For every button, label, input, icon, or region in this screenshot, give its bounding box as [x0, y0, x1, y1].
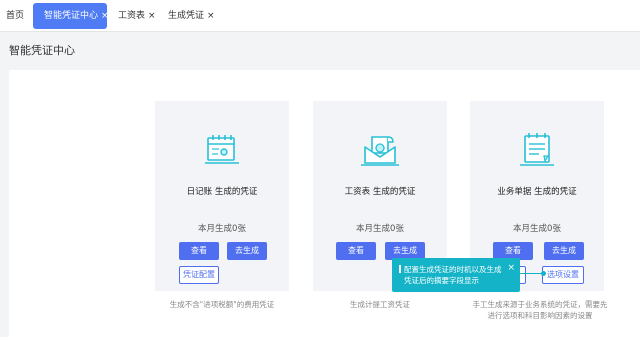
description-line: 手工生成来源于业务系统的凭证，需要先 [472, 300, 608, 309]
tooltip-text: 凭证后的摘要字段显示 [404, 276, 479, 285]
voucher-config-button[interactable]: 凭证配置 [179, 266, 219, 284]
close-icon[interactable]: × [148, 11, 156, 21]
generate-button[interactable]: 去生成 [544, 242, 584, 260]
tooltip-anchor-dot [541, 271, 546, 276]
card-description: 生成不含"进项税额"的费用凭证 [169, 300, 275, 309]
card-title: 日记账 生成的凭证 [186, 187, 258, 197]
view-button[interactable]: 查看 [336, 242, 376, 260]
tooltip-text: 配置生成凭证的时机以及生成 [404, 265, 502, 274]
tab-smart-voucher-center[interactable]: 智能凭证中心 × [33, 3, 109, 29]
page-title: 智能凭证中心 [9, 44, 75, 57]
calendar-journal-icon [205, 135, 239, 164]
view-button[interactable]: 查看 [179, 242, 219, 260]
card-count: 本月生成0张 [513, 224, 561, 234]
close-icon[interactable]: × [507, 263, 515, 274]
salary-envelope-icon [361, 136, 399, 166]
main-content: 日记账 生成的凭证 本月生成0张 查看 去生成 凭证配置 生成不含"进项税额"的… [9, 70, 640, 337]
card-count: 本月生成0张 [356, 224, 404, 234]
tab-home-label: 首页 [6, 11, 25, 21]
card-title: 工资表 生成的凭证 [344, 187, 416, 197]
tooltip-marker [399, 265, 401, 273]
card-count: 本月生成0张 [198, 224, 246, 234]
generate-button[interactable]: 去生成 [227, 242, 267, 260]
close-icon[interactable]: × [207, 11, 215, 21]
card-description: 生成计提工资凭证 [350, 300, 410, 309]
tooltip-line: 配置生成凭证的时机以及生成 [399, 264, 506, 275]
tab-generate-voucher[interactable]: 生成凭证 × [168, 5, 215, 27]
tab-bar: 首页 智能凭证中心 × 工资表 × 生成凭证 × [0, 0, 640, 32]
card-title: 业务单据 生成的凭证 [497, 187, 577, 197]
close-icon[interactable]: × [101, 11, 109, 21]
tab-generate-label: 生成凭证 [168, 11, 205, 21]
tab-salary[interactable]: 工资表 × [118, 5, 156, 27]
tab-salary-label: 工资表 [118, 11, 146, 21]
option-settings-button[interactable]: 选项设置 [542, 266, 584, 284]
business-document-icon [520, 133, 554, 166]
description-line: 进行选项和科目影响因素的设置 [487, 311, 593, 320]
card-journal: 日记账 生成的凭证 本月生成0张 查看 去生成 凭证配置 [155, 101, 289, 291]
card-description: 手工生成来源于业务系统的凭证，需要先 进行选项和科目影响因素的设置 [455, 299, 625, 321]
tab-active-label: 智能凭证中心 [44, 11, 99, 21]
tab-home[interactable]: 首页 [6, 5, 24, 27]
tooltip: 配置生成凭证的时机以及生成 凭证后的摘要字段显示 × [392, 258, 520, 292]
